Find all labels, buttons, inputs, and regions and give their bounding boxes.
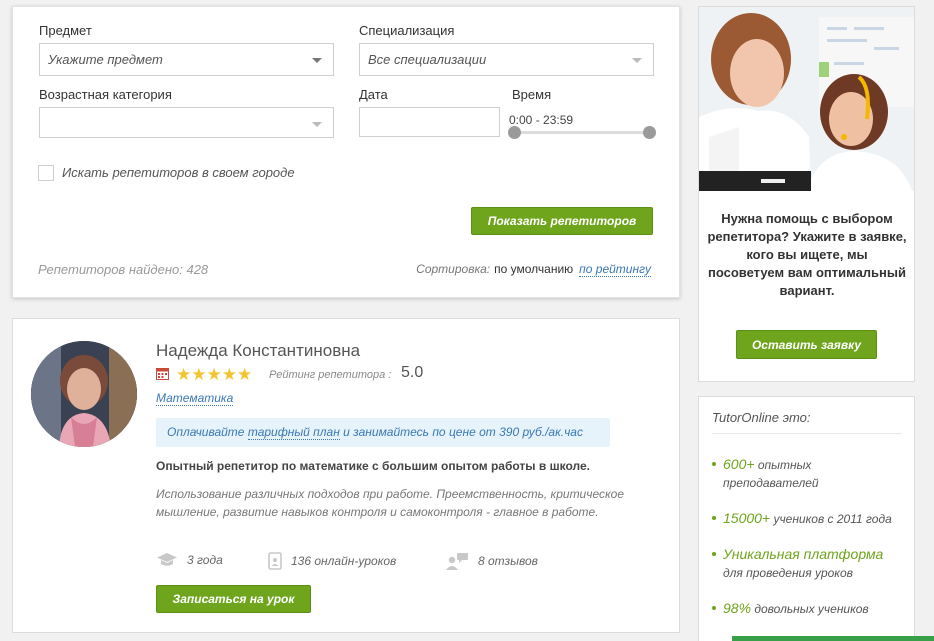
- subject-select[interactable]: Укажите предмет: [39, 43, 334, 76]
- experience-stat: 3 года: [156, 552, 223, 568]
- leave-request-button[interactable]: Оставить заявку: [736, 330, 877, 359]
- time-slider-start-handle[interactable]: [508, 126, 521, 139]
- specialization-select[interactable]: Все специализации: [359, 43, 654, 76]
- rating-label: Рейтинг репетитора :: [269, 369, 392, 381]
- sort-label: Сортировка:: [416, 262, 491, 276]
- tutor-subject-link[interactable]: Математика: [156, 391, 234, 406]
- info-title: TutorOnline это:: [712, 410, 811, 425]
- tutor-headline: Опытный репетитор по математике с больши…: [156, 459, 590, 473]
- promo-text: Нужна помощь с выбором репетитора? Укажи…: [707, 211, 907, 298]
- tutoronline-info-panel: TutorOnline это: 600+ опытных преподават…: [698, 396, 915, 641]
- specialization-label: Специализация: [359, 23, 455, 38]
- list-item: 98% довольных учеников: [712, 599, 903, 618]
- sort-default-option[interactable]: по умолчанию: [494, 262, 573, 276]
- date-input[interactable]: [359, 107, 500, 137]
- tutor-description: Использование различных подходов при раб…: [156, 487, 624, 519]
- graduation-cap-icon: [157, 553, 177, 566]
- tablet-icon: [268, 552, 282, 570]
- age-label: Возрастная категория: [39, 87, 172, 102]
- reviews-stat: 8 отзывов: [445, 552, 538, 570]
- sort-by-rating-link[interactable]: по рейтингу: [579, 262, 651, 277]
- city-checkbox-label: Искать репетиторов в своем городе: [62, 165, 295, 180]
- tutor-avatar[interactable]: [31, 341, 137, 447]
- experience-value: 3 года: [187, 553, 223, 567]
- filter-panel: Предмет Укажите предмет Специализация Вс…: [12, 6, 680, 298]
- list-item: Уникальная платформа для проведения урок…: [712, 545, 903, 582]
- help-promo-panel: Нужна помощь с выбором репетитора? Укажи…: [698, 6, 915, 382]
- sort-controls: Сортировка: по умолчанию по рейтингу: [416, 262, 651, 277]
- chat-widget-bar[interactable]: [732, 636, 934, 641]
- tutor-name[interactable]: Надежда Константиновна: [156, 341, 360, 361]
- promo-photo: [699, 7, 914, 191]
- list-item-highlight: 600+: [723, 456, 755, 472]
- time-range-value: 0:00 - 23:59: [509, 113, 574, 127]
- tutors-found-count: Репетиторов найдено: 428: [38, 262, 209, 277]
- chevron-down-icon: [312, 58, 322, 63]
- time-label: Время: [512, 87, 552, 102]
- info-list: 600+ опытных преподавателей 15000+ учени…: [712, 455, 903, 635]
- rating-value: 5.0: [401, 364, 424, 381]
- subject-label: Предмет: [39, 23, 92, 38]
- show-tutors-button[interactable]: Показать репетиторов: [471, 207, 653, 235]
- chevron-down-icon: [632, 58, 642, 63]
- list-item-highlight: 98%: [723, 600, 752, 616]
- date-label: Дата: [359, 87, 388, 102]
- list-item-highlight: 15000+: [723, 510, 771, 526]
- time-slider-track[interactable]: [513, 131, 649, 134]
- price-text-pre: Оплачивайте: [167, 425, 245, 439]
- list-item: 600+ опытных преподавателей: [712, 455, 903, 492]
- reviews-icon: [446, 553, 468, 570]
- lessons-value: 136 онлайн-уроков: [291, 554, 397, 568]
- list-item-highlight: Уникальная платформа: [723, 546, 884, 562]
- chevron-down-icon: [312, 122, 322, 127]
- reviews-value: 8 отзывов: [478, 554, 538, 568]
- price-info-box: Оплачивайте тарифный план и занимайтесь …: [156, 418, 610, 447]
- city-checkbox[interactable]: [38, 165, 54, 181]
- divider: [712, 433, 902, 434]
- rating-stars: ★★★★★: [176, 365, 253, 384]
- specialization-select-value: Все специализации: [368, 52, 487, 67]
- book-lesson-button[interactable]: Записаться на урок: [156, 585, 311, 613]
- time-slider-end-handle[interactable]: [643, 126, 656, 139]
- age-select[interactable]: [39, 107, 334, 138]
- subject-select-value: Укажите предмет: [48, 52, 163, 67]
- tutor-card: Надежда Константиновна ★★★★★ Рейтинг реп…: [12, 318, 680, 633]
- list-item: 15000+ учеников с 2011 года: [712, 509, 903, 528]
- calendar-icon[interactable]: [156, 367, 169, 385]
- list-item-text: довольных учеников: [751, 602, 869, 616]
- list-item-text: учеников с 2011 года: [770, 512, 892, 526]
- tariff-plan-link[interactable]: тарифный план: [247, 425, 340, 440]
- list-item-text: для проведения уроков: [723, 566, 853, 580]
- lessons-stat: 136 онлайн-уроков: [268, 552, 396, 570]
- price-text-post: и занимайтесь по цене от 390 руб./ак.час: [343, 425, 583, 439]
